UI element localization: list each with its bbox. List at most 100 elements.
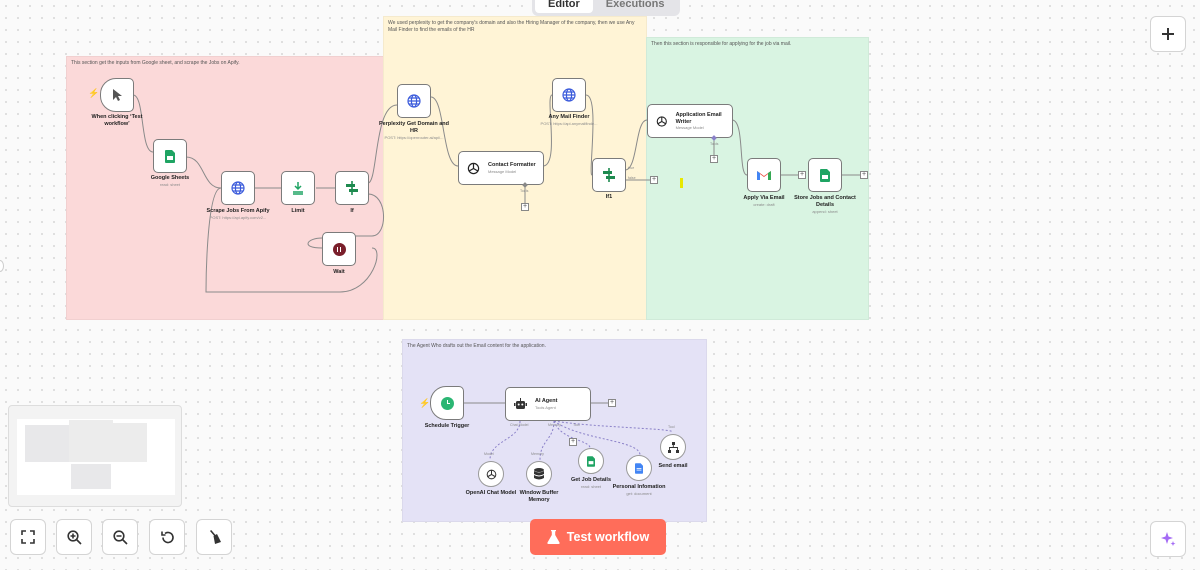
- minimap: [8, 405, 182, 507]
- limit-node[interactable]: [281, 171, 315, 205]
- manual-trigger-node[interactable]: [100, 78, 134, 112]
- database-icon: [534, 468, 544, 480]
- node-subtitle: append: sheet: [812, 209, 838, 214]
- minimap-region: [71, 464, 111, 489]
- node-subtitle: POST: https://api.anymailfinde...: [540, 121, 598, 126]
- port-label: Model: [484, 452, 494, 456]
- node-label: Scrape Jobs From Apify: [206, 208, 270, 214]
- pointer-icon: [113, 89, 122, 101]
- add-node-button[interactable]: +: [608, 399, 616, 407]
- openai-icon: [486, 469, 496, 479]
- node-label: Perplexity Get Domain and HR: [379, 121, 449, 134]
- node-subtitle: Tools Agent: [535, 404, 556, 410]
- openai-icon: [467, 162, 480, 174]
- globe-icon: [562, 88, 576, 102]
- send-email-node[interactable]: [660, 434, 686, 460]
- add-tool-button[interactable]: +: [710, 155, 718, 163]
- node-label: When clicking ‘Test workflow’: [91, 114, 143, 127]
- google-docs-icon: [635, 462, 643, 474]
- if1-node[interactable]: [592, 158, 626, 192]
- zoom-out-button[interactable]: [102, 519, 138, 555]
- fit-view-button[interactable]: [10, 519, 46, 555]
- add-node-button[interactable]: +: [650, 176, 658, 184]
- add-tool-button[interactable]: +: [521, 203, 529, 211]
- google-sheets-icon: [820, 168, 830, 182]
- node-label: Wait: [333, 269, 345, 275]
- google-sheets-node[interactable]: [153, 139, 187, 173]
- node-label: Schedule Trigger: [424, 423, 470, 429]
- minimap-region: [69, 420, 113, 462]
- node-subtitle: POST: https://api.apify.com/v2...: [209, 215, 267, 220]
- plus-icon: [1162, 28, 1174, 40]
- any-mail-finder-node[interactable]: [552, 78, 586, 112]
- ai-agent-node[interactable]: AI Agent Tools Agent: [505, 387, 591, 421]
- port-label: Tools: [520, 189, 529, 193]
- node-subtitle: get: document: [626, 491, 652, 496]
- zoom-in-button[interactable]: [56, 519, 92, 555]
- pause-icon: [332, 242, 346, 256]
- wait-node[interactable]: [322, 232, 356, 266]
- port-label: Tools: [710, 142, 719, 146]
- add-node-button[interactable]: +: [798, 171, 806, 179]
- clock-icon: [440, 396, 454, 410]
- zoom-out-icon: [112, 529, 128, 545]
- port-label: Tool: [573, 423, 580, 427]
- test-workflow-button[interactable]: Test workflow: [530, 519, 666, 555]
- fullscreen-icon: [21, 530, 35, 544]
- openai-chat-model-node[interactable]: [478, 461, 504, 487]
- zoom-in-icon: [66, 529, 82, 545]
- node-label: Personal Infomation: [612, 484, 666, 490]
- contact-formatter-node[interactable]: Contact Formatter Message Model: [458, 151, 544, 185]
- trigger-bolt-icon: ⚡: [88, 88, 100, 98]
- node-title: Contact Formatter: [488, 162, 536, 169]
- node-label: Send email: [658, 463, 688, 469]
- node-label: Apply Via Email: [743, 195, 785, 201]
- globe-icon: [231, 181, 245, 195]
- node-subtitle: POST: https://openrouter.ai/api/...: [384, 135, 444, 140]
- node-label: Any Mail Finder: [548, 114, 590, 120]
- node-label: If: [350, 208, 354, 214]
- node-label: Store Jobs and Contact Details: [794, 195, 856, 208]
- add-node-panel-button[interactable]: [1150, 16, 1186, 52]
- store-jobs-node[interactable]: [808, 158, 842, 192]
- broom-icon: [209, 529, 221, 544]
- add-node-button[interactable]: +: [860, 171, 868, 179]
- node-label: Google Sheets: [150, 175, 190, 181]
- tidy-up-button[interactable]: [196, 519, 232, 555]
- application-writer-node[interactable]: Application Email Writer Message Model: [647, 104, 733, 138]
- node-label: If1: [605, 194, 613, 200]
- port-label: Chat Model: [510, 423, 529, 427]
- if-node[interactable]: [335, 171, 369, 205]
- scrape-jobs-node[interactable]: [221, 171, 255, 205]
- google-sheets-icon: [165, 149, 175, 163]
- apply-via-email-node[interactable]: [747, 158, 781, 192]
- node-label: Get Job Details: [570, 477, 612, 483]
- sparkle-icon: [1161, 532, 1176, 546]
- port-label: Memory: [548, 423, 561, 427]
- flask-icon: [547, 530, 560, 544]
- node-title: AI Agent: [535, 398, 558, 405]
- window-buffer-memory-node[interactable]: [526, 461, 552, 487]
- branch-true-label: true: [628, 166, 635, 170]
- port-label: Memory: [531, 452, 544, 456]
- reset-zoom-button[interactable]: [149, 519, 185, 555]
- gmail-icon: [757, 170, 771, 180]
- branch-icon: [346, 181, 358, 195]
- node-title: Application Email Writer: [675, 111, 722, 125]
- limit-icon: [293, 182, 303, 195]
- branch-false-label: false: [628, 176, 636, 180]
- add-tool-button[interactable]: +: [569, 438, 577, 446]
- port-label: Tool: [668, 425, 675, 429]
- node-subtitle: Message Model: [488, 168, 517, 174]
- undo-icon: [160, 531, 174, 543]
- branch-icon: [603, 168, 615, 182]
- get-job-details-node[interactable]: [578, 448, 604, 474]
- node-subtitle: create: draft: [753, 202, 775, 207]
- schedule-trigger-node[interactable]: [430, 386, 464, 420]
- minimap-region: [111, 423, 147, 462]
- perplexity-node[interactable]: [397, 84, 431, 118]
- robot-icon: [514, 398, 527, 409]
- google-sheets-icon: [587, 455, 595, 467]
- ai-assistant-button[interactable]: [1150, 521, 1186, 557]
- trigger-bolt-icon: ⚡: [419, 398, 431, 408]
